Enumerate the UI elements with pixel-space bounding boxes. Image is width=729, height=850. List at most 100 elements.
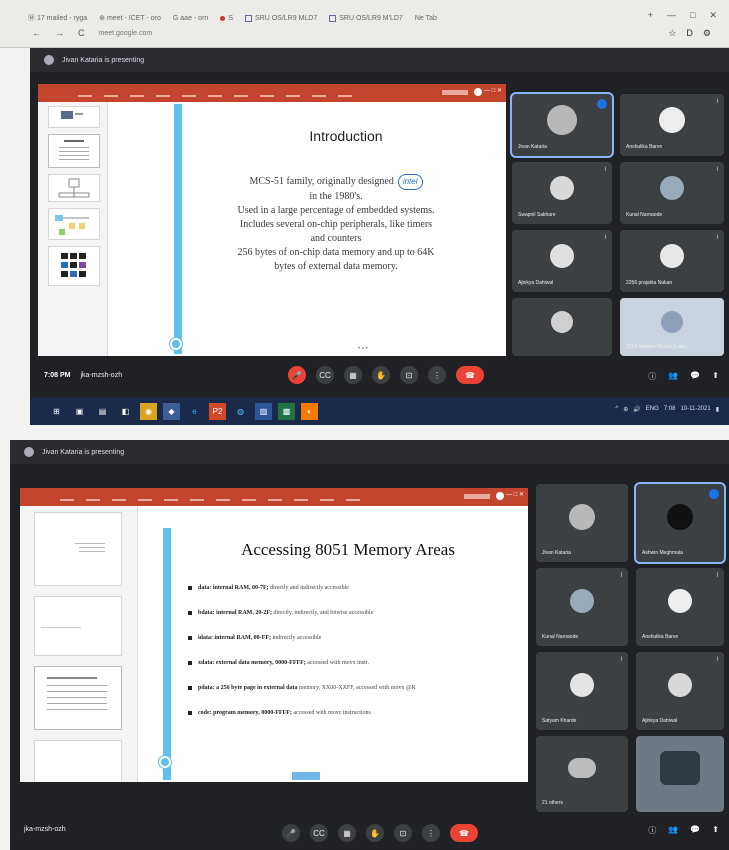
search-icon[interactable]: ▣ bbox=[71, 403, 88, 420]
participant-tile[interactable]: ǀ Kunal Narnaode bbox=[620, 162, 724, 224]
present-button[interactable]: ⊡ bbox=[394, 824, 412, 842]
minimize-button[interactable]: — bbox=[667, 10, 676, 21]
slide-thumbnails[interactable] bbox=[38, 102, 108, 356]
activities-icon[interactable]: ⬆ bbox=[712, 825, 719, 836]
maximize-button[interactable]: □ bbox=[690, 10, 695, 21]
slide-thumbnail[interactable] bbox=[34, 596, 122, 656]
captions-button[interactable]: CC bbox=[310, 824, 328, 842]
bookmark-star-icon[interactable]: ☆ bbox=[668, 28, 676, 39]
presenting-label: Jivan Kataria is presenting bbox=[62, 56, 145, 64]
new-tab-button[interactable]: + bbox=[648, 10, 653, 21]
tab-sru-1[interactable]: SRU OS/LR9 MLD7 bbox=[244, 14, 317, 22]
slide-thumbnail-active[interactable] bbox=[48, 134, 100, 168]
thumb-text-icon bbox=[41, 627, 81, 628]
forward-button[interactable]: → bbox=[55, 28, 64, 38]
participant-tile[interactable]: ǀ Satyam Kharde bbox=[536, 652, 628, 730]
info-icon[interactable]: ⓘ bbox=[648, 825, 656, 836]
chrome-icon[interactable]: ◉ bbox=[140, 403, 157, 420]
tab-s[interactable]: S bbox=[220, 15, 233, 22]
info-icon[interactable]: ⓘ bbox=[648, 371, 656, 382]
edge-icon[interactable]: e bbox=[186, 403, 203, 420]
slide-thumbnail[interactable] bbox=[48, 208, 100, 240]
excel-icon[interactable]: ▩ bbox=[278, 403, 295, 420]
camera-button[interactable]: ▦ bbox=[344, 366, 362, 384]
slide-footer-tag bbox=[292, 772, 320, 780]
people-icon[interactable]: 👥 bbox=[668, 371, 678, 382]
word-icon[interactable]: ▨ bbox=[255, 403, 272, 420]
more-options-button[interactable]: ⋮ bbox=[428, 366, 446, 384]
task-view-icon[interactable]: ▤ bbox=[94, 403, 111, 420]
volume-icon[interactable]: 🔊 bbox=[633, 406, 640, 413]
language-indicator[interactable]: ENG bbox=[646, 406, 659, 413]
participant-tile[interactable]: Ashwin Meghmala bbox=[634, 482, 726, 564]
network-icon[interactable]: ⊕ bbox=[623, 406, 628, 413]
app-icon[interactable]: ◆ bbox=[163, 403, 180, 420]
meet-window: Jivan Kataria is presenting — □ ✕ bbox=[10, 440, 729, 850]
start-icon[interactable]: ⊞ bbox=[48, 403, 65, 420]
people-icon[interactable]: 👥 bbox=[668, 825, 678, 836]
others-tile[interactable]: 21 others bbox=[536, 736, 628, 812]
reload-button[interactable]: C bbox=[78, 28, 85, 38]
participant-tile[interactable]: ǀ Ajinkya Dahiwal bbox=[512, 230, 612, 292]
slide-thumbnail[interactable] bbox=[48, 106, 100, 128]
powerpoint-icon[interactable]: P2 bbox=[209, 403, 226, 420]
participant-tile[interactable] bbox=[512, 298, 612, 356]
app-icon[interactable]: ◐ bbox=[301, 403, 318, 420]
tab-g[interactable]: G aae - orn bbox=[173, 15, 208, 22]
chat-icon[interactable]: 💬 bbox=[690, 825, 700, 836]
mic-button[interactable]: 🎤 bbox=[282, 824, 300, 842]
tab-new[interactable]: Ne Tab bbox=[415, 15, 437, 22]
app-icon[interactable]: ◍ bbox=[232, 403, 249, 420]
muted-mic-icon: ǀ bbox=[716, 99, 718, 105]
doc-icon bbox=[244, 14, 252, 22]
tab-strip: Ⓜ 17 mailed - ryga ⊕ meet - ICET - oro G… bbox=[28, 10, 437, 26]
tab-mail[interactable]: Ⓜ 17 mailed - ryga bbox=[28, 13, 87, 23]
shared-slide: — □ ✕ Introduction MCS-51 family, origin… bbox=[38, 84, 506, 356]
slide-thumbnail[interactable] bbox=[48, 246, 100, 286]
raise-hand-button[interactable]: ✋ bbox=[372, 366, 390, 384]
activities-icon[interactable]: ⬆ bbox=[712, 371, 719, 382]
end-call-button[interactable]: ☎ bbox=[456, 366, 484, 384]
meeting-info: jka-mzsh-ozh bbox=[24, 826, 66, 833]
camera-button[interactable]: ▦ bbox=[338, 824, 356, 842]
meet-window: Jivan Kataria is presenting — □ ✕ bbox=[30, 48, 729, 398]
participant-tile[interactable]: Jivan Kataria bbox=[536, 484, 628, 562]
chat-icon[interactable]: 💬 bbox=[690, 371, 700, 382]
present-button[interactable]: ⊡ bbox=[400, 366, 418, 384]
participant-tile[interactable] bbox=[636, 736, 724, 812]
slide-thumbnail[interactable] bbox=[34, 512, 122, 586]
explorer-icon[interactable]: ◧ bbox=[117, 403, 134, 420]
meeting-info: 7:08 PM jka-mzsh-ozh bbox=[44, 372, 123, 379]
back-button[interactable]: ← bbox=[32, 28, 41, 38]
slide-accent-stripe bbox=[163, 528, 171, 780]
close-window-button[interactable]: ✕ bbox=[709, 10, 717, 21]
slide-thumbnails[interactable] bbox=[20, 506, 138, 782]
participant-tile[interactable]: 2258 Moolkin Mulani (Lake) bbox=[620, 298, 724, 356]
tab-meet[interactable]: ⊕ meet - ICET - oro bbox=[99, 14, 161, 22]
extension-icon[interactable]: D bbox=[686, 28, 693, 39]
settings-icon[interactable]: ⚙ bbox=[703, 28, 711, 39]
mic-button[interactable]: 🎤 bbox=[288, 366, 306, 384]
notifications-icon[interactable]: ▮ bbox=[716, 406, 719, 413]
ppt-window-controls: — □ ✕ bbox=[484, 88, 502, 94]
address-bar[interactable]: meet.google.com bbox=[99, 30, 153, 37]
participant-tile[interactable]: ǀ Ajinkya Dahiwal bbox=[636, 652, 724, 730]
participant-tile[interactable]: ǀ Anshulika Barve bbox=[636, 568, 724, 646]
participant-tile[interactable]: ǀ Swapnil Sakhare bbox=[512, 162, 612, 224]
tab-sru-2[interactable]: SRU OS/LR9 M'LD7 bbox=[329, 14, 403, 22]
tray-expand-icon[interactable]: ^ bbox=[615, 406, 618, 413]
slide-thumbnail[interactable] bbox=[34, 740, 122, 782]
captions-button[interactable]: CC bbox=[316, 366, 334, 384]
tray-clock[interactable]: 7:08 bbox=[664, 406, 676, 413]
raise-hand-button[interactable]: ✋ bbox=[366, 824, 384, 842]
participant-tile[interactable]: ǀ 2256 prajakta Nakan bbox=[620, 230, 724, 292]
slide-thumbnail[interactable] bbox=[48, 174, 100, 202]
slide-thumbnail-active[interactable] bbox=[34, 666, 122, 730]
list-item: bdata: internal RAM, 20-2F; directly, in… bbox=[188, 609, 518, 617]
end-call-button[interactable]: ☎ bbox=[450, 824, 478, 842]
participant-tile[interactable]: Jivan Kataria bbox=[510, 92, 614, 158]
avatar bbox=[570, 672, 594, 697]
participant-tile[interactable]: ǀ Anshulika Barve bbox=[620, 94, 724, 156]
participant-tile[interactable]: ǀ Kunal Narnaode bbox=[536, 568, 628, 646]
more-options-button[interactable]: ⋮ bbox=[422, 824, 440, 842]
